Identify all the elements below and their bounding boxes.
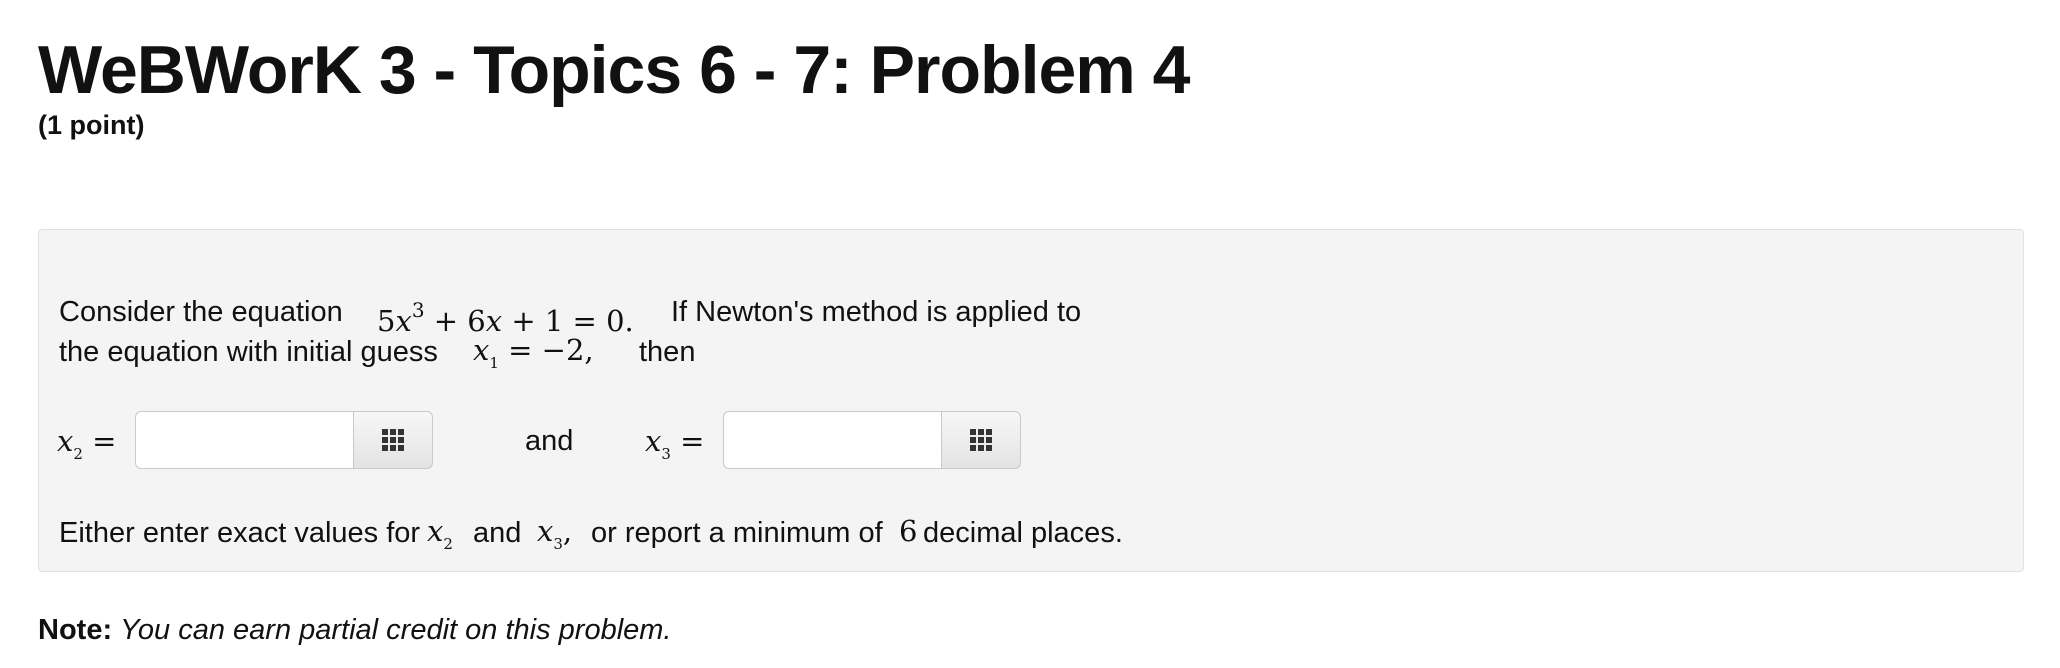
x3-equation-editor-button[interactable] bbox=[941, 411, 1021, 469]
hint-x3: x3, bbox=[537, 514, 573, 553]
intro-text: Consider the equation bbox=[59, 296, 343, 328]
guess-text: the equation with initial guess bbox=[59, 336, 438, 368]
hint-text-2: or report a minimum of bbox=[591, 517, 883, 549]
grid-icon bbox=[970, 429, 992, 451]
problem-box: Consider the equation 5x3 + 6x + 1 = 0. … bbox=[38, 229, 2024, 572]
intro-after-text: If Newton's method is applied to bbox=[671, 296, 1082, 328]
hint-and: and bbox=[473, 517, 522, 549]
hint-digits: 6 bbox=[899, 514, 918, 548]
x2-equation-editor-button[interactable] bbox=[353, 411, 433, 469]
note-text: You can earn partial credit on this prob… bbox=[120, 614, 672, 646]
points-label: (1 point) bbox=[38, 110, 145, 140]
initial-guess: x1 = −2, bbox=[473, 333, 594, 372]
x3-answer-group bbox=[723, 411, 1021, 469]
x2-input[interactable] bbox=[135, 411, 353, 469]
hint-text-3: decimal places. bbox=[923, 517, 1123, 549]
hint-x2: x2 bbox=[427, 514, 453, 553]
hint-text-1: Either enter exact values for bbox=[59, 517, 421, 549]
x3-input[interactable] bbox=[723, 411, 941, 469]
page-title: WeBWorK 3 - Topics 6 - 7: Problem 4 bbox=[38, 32, 1190, 108]
x2-answer-group bbox=[135, 411, 433, 469]
then-text: then bbox=[639, 336, 696, 368]
note-label: Note: bbox=[38, 614, 113, 646]
note: Note: You can earn partial credit on thi… bbox=[38, 614, 671, 647]
grid-icon bbox=[382, 429, 404, 451]
x2-label: x2 = bbox=[57, 424, 117, 463]
and-label: and bbox=[525, 425, 574, 457]
x3-label: x3 = bbox=[645, 424, 705, 463]
